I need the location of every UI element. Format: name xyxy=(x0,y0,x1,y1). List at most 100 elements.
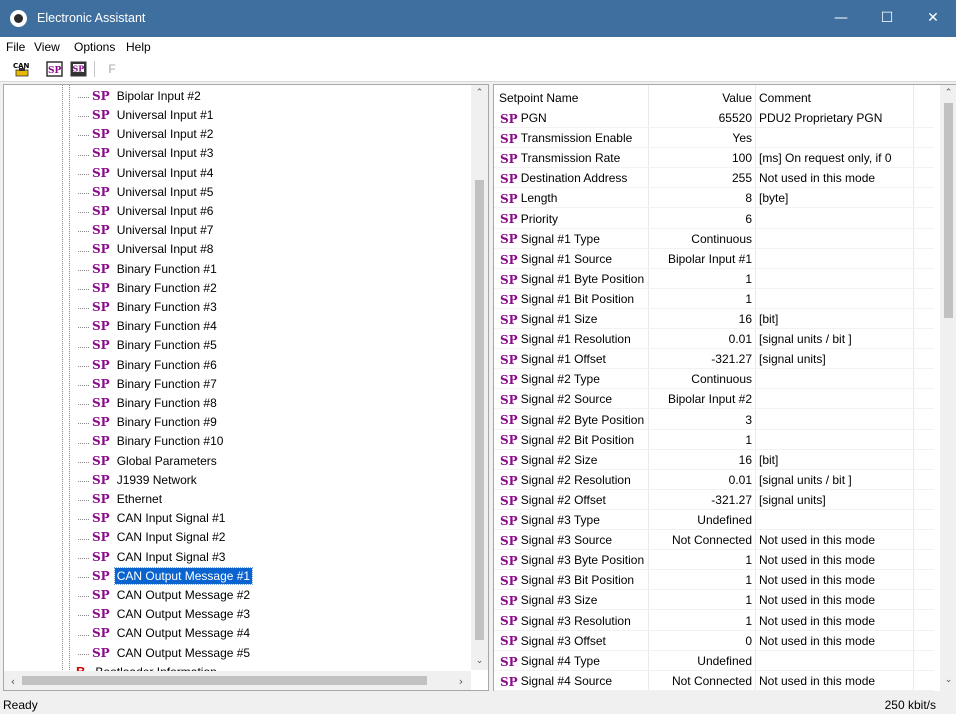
setpoint-value[interactable]: Not Connected xyxy=(649,533,752,547)
maximize-button[interactable]: ☐ xyxy=(864,0,910,37)
setpoint-value[interactable]: Bipolar Input #1 xyxy=(649,252,752,266)
setpoint-value[interactable]: Undefined xyxy=(649,513,752,527)
tree-item[interactable]: SP Binary Function #9 xyxy=(78,414,219,433)
setpoint-value[interactable]: 65520 xyxy=(649,111,752,125)
setpoint-value[interactable]: 1 xyxy=(649,614,752,628)
tree-item[interactable]: SP CAN Output Message #3 xyxy=(78,606,252,625)
table-vertical-scrollbar[interactable]: ⌃ ⌄ xyxy=(940,85,956,691)
setpoint-value[interactable]: 6 xyxy=(649,212,752,226)
setpoint-value[interactable]: 1 xyxy=(649,272,752,286)
tree-item[interactable]: SP Universal Input #8 xyxy=(78,242,215,261)
menu-options[interactable]: Options xyxy=(74,40,115,54)
menu-file[interactable]: File xyxy=(6,40,25,54)
scroll-up-icon[interactable]: ⌃ xyxy=(471,88,488,98)
tree-item[interactable]: SP Universal Input #7 xyxy=(78,222,215,241)
tree-horizontal-scrollbar[interactable]: ‹ › xyxy=(4,671,471,690)
setpoint-value[interactable]: 3 xyxy=(649,413,752,427)
tree-item[interactable]: SP CAN Input Signal #3 xyxy=(78,549,227,568)
tree-item[interactable]: SP Binary Function #6 xyxy=(78,357,219,376)
tree-item[interactable]: SP CAN Output Message #5 xyxy=(78,645,252,664)
table-row[interactable]: SP Signal #4 Source Not Connected Not used … xyxy=(494,671,934,691)
header-comment[interactable]: Comment xyxy=(759,91,811,105)
minimize-button[interactable]: — xyxy=(818,0,864,37)
scroll-down-icon[interactable]: ⌄ xyxy=(471,656,488,666)
table-row[interactable]: SP Transmission Rate 100 [ms] On request on… xyxy=(494,148,934,169)
table-row[interactable]: SP Signal #2 Size 16 [bit] xyxy=(494,450,934,470)
table-row[interactable]: SP Signal #3 Resolution 1 Not used in this … xyxy=(494,611,934,631)
setpoint-value[interactable]: Undefined xyxy=(649,654,752,668)
setpoint-value[interactable]: Bipolar Input #2 xyxy=(649,392,752,406)
setpoint-value[interactable]: 16 xyxy=(649,453,752,467)
tree-item[interactable]: SP Universal Input #2 xyxy=(78,126,215,145)
tree-item[interactable]: SP Global Parameters xyxy=(78,453,219,472)
table-row[interactable]: SP Signal #3 Bit Position 1 Not used in thi… xyxy=(494,570,934,591)
table-scroll-up-icon[interactable]: ⌃ xyxy=(940,88,956,98)
table-row[interactable]: SP Length 8 [byte] xyxy=(494,188,934,209)
tree-item[interactable]: SP CAN Input Signal #2 xyxy=(78,530,227,549)
table-row[interactable]: SP Signal #2 Type Continuous xyxy=(494,369,934,390)
tree-item[interactable]: SP Universal Input #4 xyxy=(78,165,215,184)
table-row[interactable]: SP Signal #1 Size 16 [bit] xyxy=(494,309,934,329)
can-connect-button[interactable]: CAN xyxy=(12,60,32,78)
tree-item[interactable]: SP Binary Function #8 xyxy=(78,395,219,414)
setpoint-value[interactable]: -321.27 xyxy=(649,352,752,366)
sp-save-button[interactable]: SP xyxy=(69,60,89,78)
setpoint-value[interactable]: Continuous xyxy=(649,372,752,386)
table-row[interactable]: SP Signal #3 Source Not Connected Not used … xyxy=(494,530,934,551)
tree-vertical-scrollbar[interactable]: ⌃ ⌄ xyxy=(471,85,488,670)
setpoint-value[interactable]: -321.27 xyxy=(649,493,752,507)
setpoint-value[interactable]: 1 xyxy=(649,593,752,607)
tree-item[interactable]: SP J1939 Network xyxy=(78,472,199,491)
table-scroll-down-icon[interactable]: ⌄ xyxy=(940,675,956,685)
table-row[interactable]: SP Signal #2 Byte Position 3 xyxy=(494,410,934,430)
table-row[interactable]: SP Signal #2 Bit Position 1 xyxy=(494,430,934,450)
header-setpoint-name[interactable]: Setpoint Name xyxy=(499,91,578,105)
table-row[interactable]: SP Signal #1 Type Continuous xyxy=(494,229,934,249)
table-row[interactable]: SP Signal #3 Byte Position 1 Not used in th… xyxy=(494,550,934,571)
tree-item[interactable]: SP Binary Function #2 xyxy=(78,280,219,299)
setpoint-value[interactable]: 0.01 xyxy=(649,332,752,346)
setpoint-value[interactable]: 0.01 xyxy=(649,473,752,487)
tree-item[interactable]: SP Universal Input #3 xyxy=(78,146,215,165)
tree-item[interactable]: SP CAN Output Message #2 xyxy=(78,587,252,606)
tree-item[interactable]: SP Universal Input #5 xyxy=(78,184,215,203)
tree-item[interactable]: SP Binary Function #3 xyxy=(78,299,219,318)
table-row[interactable]: SP Signal #1 Bit Position 1 xyxy=(494,289,934,309)
tree-item[interactable]: SP Ethernet xyxy=(78,491,164,510)
table-scroll-thumb[interactable] xyxy=(944,103,953,318)
tree-item[interactable]: SP Binary Function #1 xyxy=(78,261,219,280)
table-row[interactable]: SP Signal #3 Offset 0 Not used in this mode xyxy=(494,631,934,651)
table-row[interactable]: SP PGN 65520 PDU2 Proprietary PGN xyxy=(494,108,934,128)
tree-hscroll-thumb[interactable] xyxy=(22,676,427,685)
sp-open-button[interactable]: SP xyxy=(45,60,65,78)
table-row[interactable]: SP Signal #1 Offset -321.27 [signal units] xyxy=(494,349,934,370)
table-row[interactable]: SP Signal #2 Offset -321.27 [signal units] xyxy=(494,490,934,510)
table-row[interactable]: SP Signal #1 Byte Position 1 xyxy=(494,269,934,289)
setpoint-value[interactable]: 1 xyxy=(649,553,752,567)
table-row[interactable]: SP Priority 6 xyxy=(494,209,934,229)
setpoint-value[interactable]: 8 xyxy=(649,191,752,205)
setpoint-value[interactable]: 16 xyxy=(649,312,752,326)
table-row[interactable]: SP Signal #2 Resolution 0.01 [signal units … xyxy=(494,470,934,490)
table-row[interactable]: SP Transmission Enable Yes xyxy=(494,128,934,149)
scroll-right-icon[interactable]: › xyxy=(456,675,466,688)
tree-item[interactable]: SP Binary Function #4 xyxy=(78,318,219,337)
table-row[interactable]: SP Signal #3 Size 1 Not used in this mode xyxy=(494,590,934,611)
setpoint-value[interactable]: 100 xyxy=(649,151,752,165)
header-value[interactable]: Value xyxy=(649,91,752,105)
table-row[interactable]: SP Signal #4 Type Undefined xyxy=(494,651,934,671)
tree-item[interactable]: SP Binary Function #5 xyxy=(78,338,219,357)
setpoint-value[interactable]: 1 xyxy=(649,292,752,306)
setpoint-value[interactable]: 255 xyxy=(649,171,752,185)
table-row[interactable]: SP Signal #2 Source Bipolar Input #2 xyxy=(494,389,934,410)
tree-item[interactable]: SP Bipolar Input #2 xyxy=(78,88,203,107)
table-row[interactable]: SP Signal #1 Source Bipolar Input #1 xyxy=(494,249,934,269)
setpoint-value[interactable]: Continuous xyxy=(649,232,752,246)
tree-item[interactable]: SP Binary Function #7 xyxy=(78,376,219,395)
scroll-left-icon[interactable]: ‹ xyxy=(8,675,18,688)
flash-button[interactable]: F xyxy=(102,60,122,78)
setpoint-value[interactable]: 0 xyxy=(649,634,752,648)
tree-item[interactable]: SP Universal Input #6 xyxy=(78,203,215,222)
menu-view[interactable]: View xyxy=(34,40,60,54)
tree-item[interactable]: SP Universal Input #1 xyxy=(78,107,215,126)
